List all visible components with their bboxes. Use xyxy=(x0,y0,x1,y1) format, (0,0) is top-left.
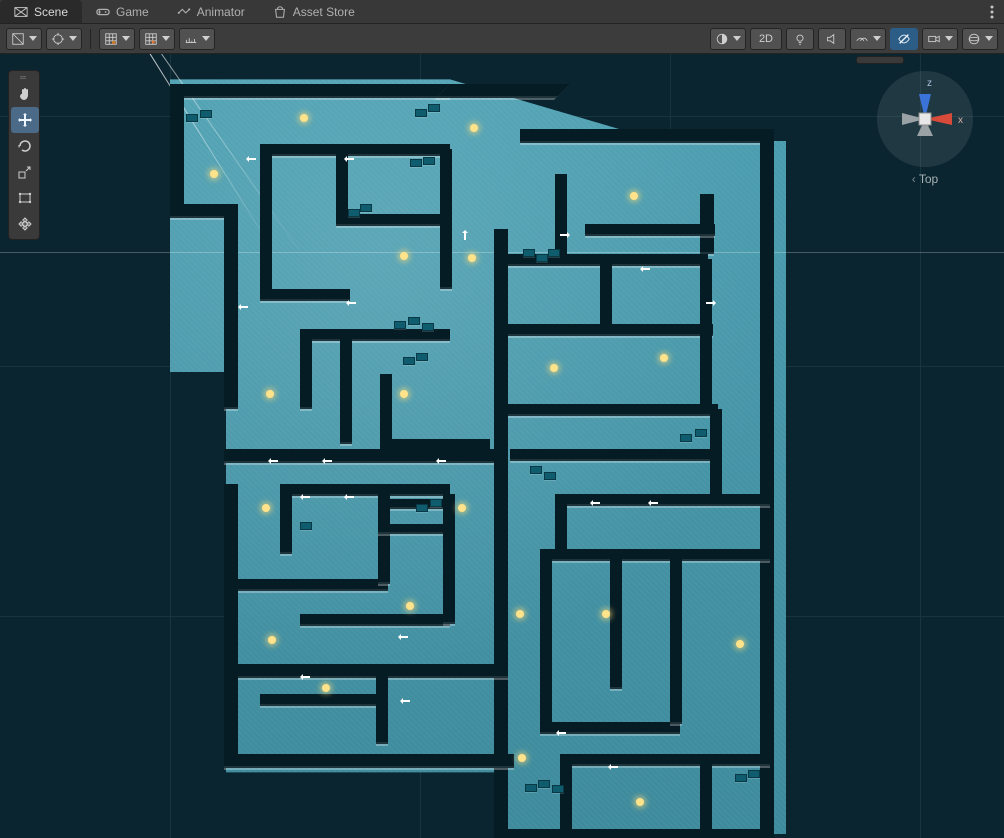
tab-scene[interactable]: Scene xyxy=(0,0,82,23)
pivot-mode-dropdown[interactable] xyxy=(46,28,82,50)
tab-game[interactable]: Game xyxy=(82,0,163,23)
tab-animator-label: Animator xyxy=(197,5,245,19)
tab-scene-label: Scene xyxy=(34,5,68,19)
move-tool[interactable] xyxy=(11,107,39,133)
shading-mode-dropdown[interactable] xyxy=(710,28,746,50)
panel-menu-kebab[interactable] xyxy=(980,0,1004,23)
tab-asset-store[interactable]: Asset Store xyxy=(259,0,369,23)
overlay-drag-handle[interactable] xyxy=(856,56,904,64)
toolbar-right-group: 2D xyxy=(710,28,998,50)
scale-tool[interactable] xyxy=(11,159,39,185)
draw-mode-dropdown[interactable] xyxy=(6,28,42,50)
gizmo-view-label: Top xyxy=(919,172,938,186)
hand-tool[interactable] xyxy=(11,81,39,107)
axis-x-label: x xyxy=(958,115,963,126)
grid-snap-dropdown[interactable] xyxy=(99,28,135,50)
tool-column-grip[interactable]: ═ xyxy=(11,73,37,81)
scene-viewport[interactable]: x z ‹ Top xyxy=(0,54,1004,838)
audio-toggle[interactable] xyxy=(818,28,846,50)
toggle-2d[interactable]: 2D xyxy=(750,28,782,50)
toolbar-separator xyxy=(90,29,91,49)
snap-increment-dropdown[interactable] xyxy=(139,28,175,50)
gizmos-dropdown[interactable] xyxy=(962,28,998,50)
transform-tool[interactable] xyxy=(11,211,39,237)
toggle-2d-label: 2D xyxy=(759,33,773,45)
tab-animator[interactable]: Animator xyxy=(163,0,259,23)
axis-z-label: z xyxy=(927,78,932,89)
transform-tool-column: ═ xyxy=(8,70,40,240)
snap-settings-dropdown[interactable] xyxy=(179,28,215,50)
visibility-toggle[interactable] xyxy=(890,28,918,50)
camera-dropdown[interactable] xyxy=(922,28,958,50)
tab-asset-store-label: Asset Store xyxy=(293,5,355,19)
scene-icon xyxy=(14,5,28,19)
rotate-tool[interactable] xyxy=(11,133,39,159)
lighting-toggle[interactable] xyxy=(786,28,814,50)
scene-toolbar: 2D xyxy=(0,24,1004,54)
bag-icon xyxy=(273,5,287,19)
rect-tool[interactable] xyxy=(11,185,39,211)
animator-icon xyxy=(177,5,191,19)
level-floor xyxy=(170,64,870,834)
tab-game-label: Game xyxy=(116,5,149,19)
fx-toggle[interactable] xyxy=(850,28,886,50)
game-icon xyxy=(96,5,110,19)
panel-tabbar: Scene Game Animator Asset Store xyxy=(0,0,1004,24)
orientation-gizmo[interactable]: x z ‹ Top xyxy=(870,64,980,174)
